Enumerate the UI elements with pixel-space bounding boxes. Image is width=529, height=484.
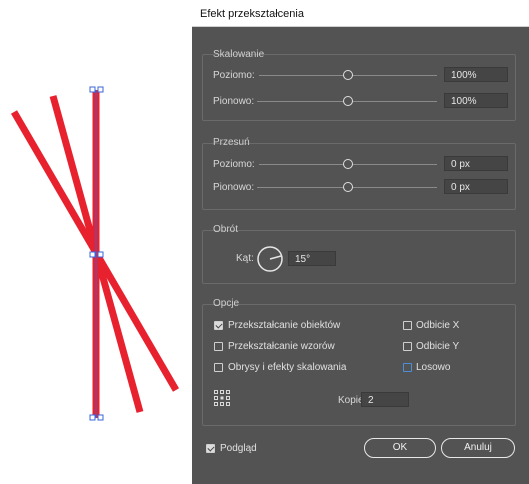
selection-handle-top-right[interactable] bbox=[97, 86, 104, 93]
scale-strokes-label: Obrysy i efekty skalowania bbox=[228, 362, 347, 373]
copies-field[interactable]: 2 bbox=[361, 392, 409, 407]
scale-horizontal-thumb[interactable] bbox=[343, 70, 353, 80]
cancel-button[interactable]: Anuluj bbox=[441, 438, 515, 458]
transform-patterns-label: Przekształcanie wzorów bbox=[228, 341, 335, 352]
options-header: Opcje bbox=[213, 298, 240, 309]
angle-label: Kąt: bbox=[236, 253, 254, 264]
scaling-group bbox=[202, 54, 516, 121]
preview-checkbox[interactable] bbox=[206, 444, 215, 453]
scale-vertical-thumb[interactable] bbox=[343, 96, 353, 106]
selection-handle-bottom-right[interactable] bbox=[97, 414, 104, 421]
angle-field[interactable]: 15° bbox=[288, 251, 336, 266]
copies-label: Kopie bbox=[338, 395, 364, 406]
reflect-x-checkbox[interactable] bbox=[403, 321, 412, 330]
dialog-titlebar[interactable]: Efekt przekształcenia bbox=[192, 0, 529, 27]
angle-dial-icon[interactable] bbox=[256, 245, 284, 273]
scale-strokes-checkbox[interactable] bbox=[214, 363, 223, 372]
reflect-x-label: Odbicie X bbox=[416, 320, 460, 331]
ok-button[interactable]: OK bbox=[364, 438, 436, 458]
scale-horizontal-field[interactable]: 100% bbox=[444, 67, 508, 82]
move-group bbox=[202, 143, 516, 210]
selection-handle-top-left[interactable] bbox=[89, 86, 96, 93]
preview-label: Podgląd bbox=[220, 443, 257, 454]
transform-patterns-checkbox[interactable] bbox=[214, 342, 223, 351]
reference-point-icon[interactable] bbox=[214, 390, 230, 406]
move-vertical-field[interactable]: 0 px bbox=[444, 179, 508, 194]
scaling-header: Skalowanie bbox=[213, 49, 265, 60]
selection-handle-bottom-left[interactable] bbox=[89, 414, 96, 421]
scale-horizontal-label: Poziomo: bbox=[213, 70, 255, 81]
transform-effect-dialog: Efekt przekształcenia Skalowanie Poziomo… bbox=[192, 0, 529, 484]
random-label: Losowo bbox=[416, 362, 451, 373]
move-vertical-thumb[interactable] bbox=[343, 182, 353, 192]
dialog-title: Efekt przekształcenia bbox=[200, 8, 304, 20]
move-vertical-label: Pionowo: bbox=[213, 182, 255, 193]
move-header: Przesuń bbox=[213, 137, 250, 148]
move-horizontal-thumb[interactable] bbox=[343, 159, 353, 169]
transform-objects-label: Przekształcanie obiektów bbox=[228, 320, 341, 331]
reflect-y-checkbox[interactable] bbox=[403, 342, 412, 351]
rotate-header: Obrót bbox=[213, 224, 239, 235]
transform-objects-checkbox[interactable] bbox=[214, 321, 223, 330]
reflect-y-label: Odbicie Y bbox=[416, 341, 460, 352]
scale-vertical-label: Pionowo: bbox=[213, 96, 255, 107]
move-horizontal-field[interactable]: 0 px bbox=[444, 156, 508, 171]
move-horizontal-label: Poziomo: bbox=[213, 159, 255, 170]
scale-vertical-field[interactable]: 100% bbox=[444, 93, 508, 108]
random-checkbox[interactable] bbox=[403, 363, 412, 372]
selection-handle-mid-right[interactable] bbox=[97, 251, 104, 258]
selection-handle-mid-left[interactable] bbox=[89, 251, 96, 258]
artboard-canvas[interactable] bbox=[0, 0, 192, 484]
